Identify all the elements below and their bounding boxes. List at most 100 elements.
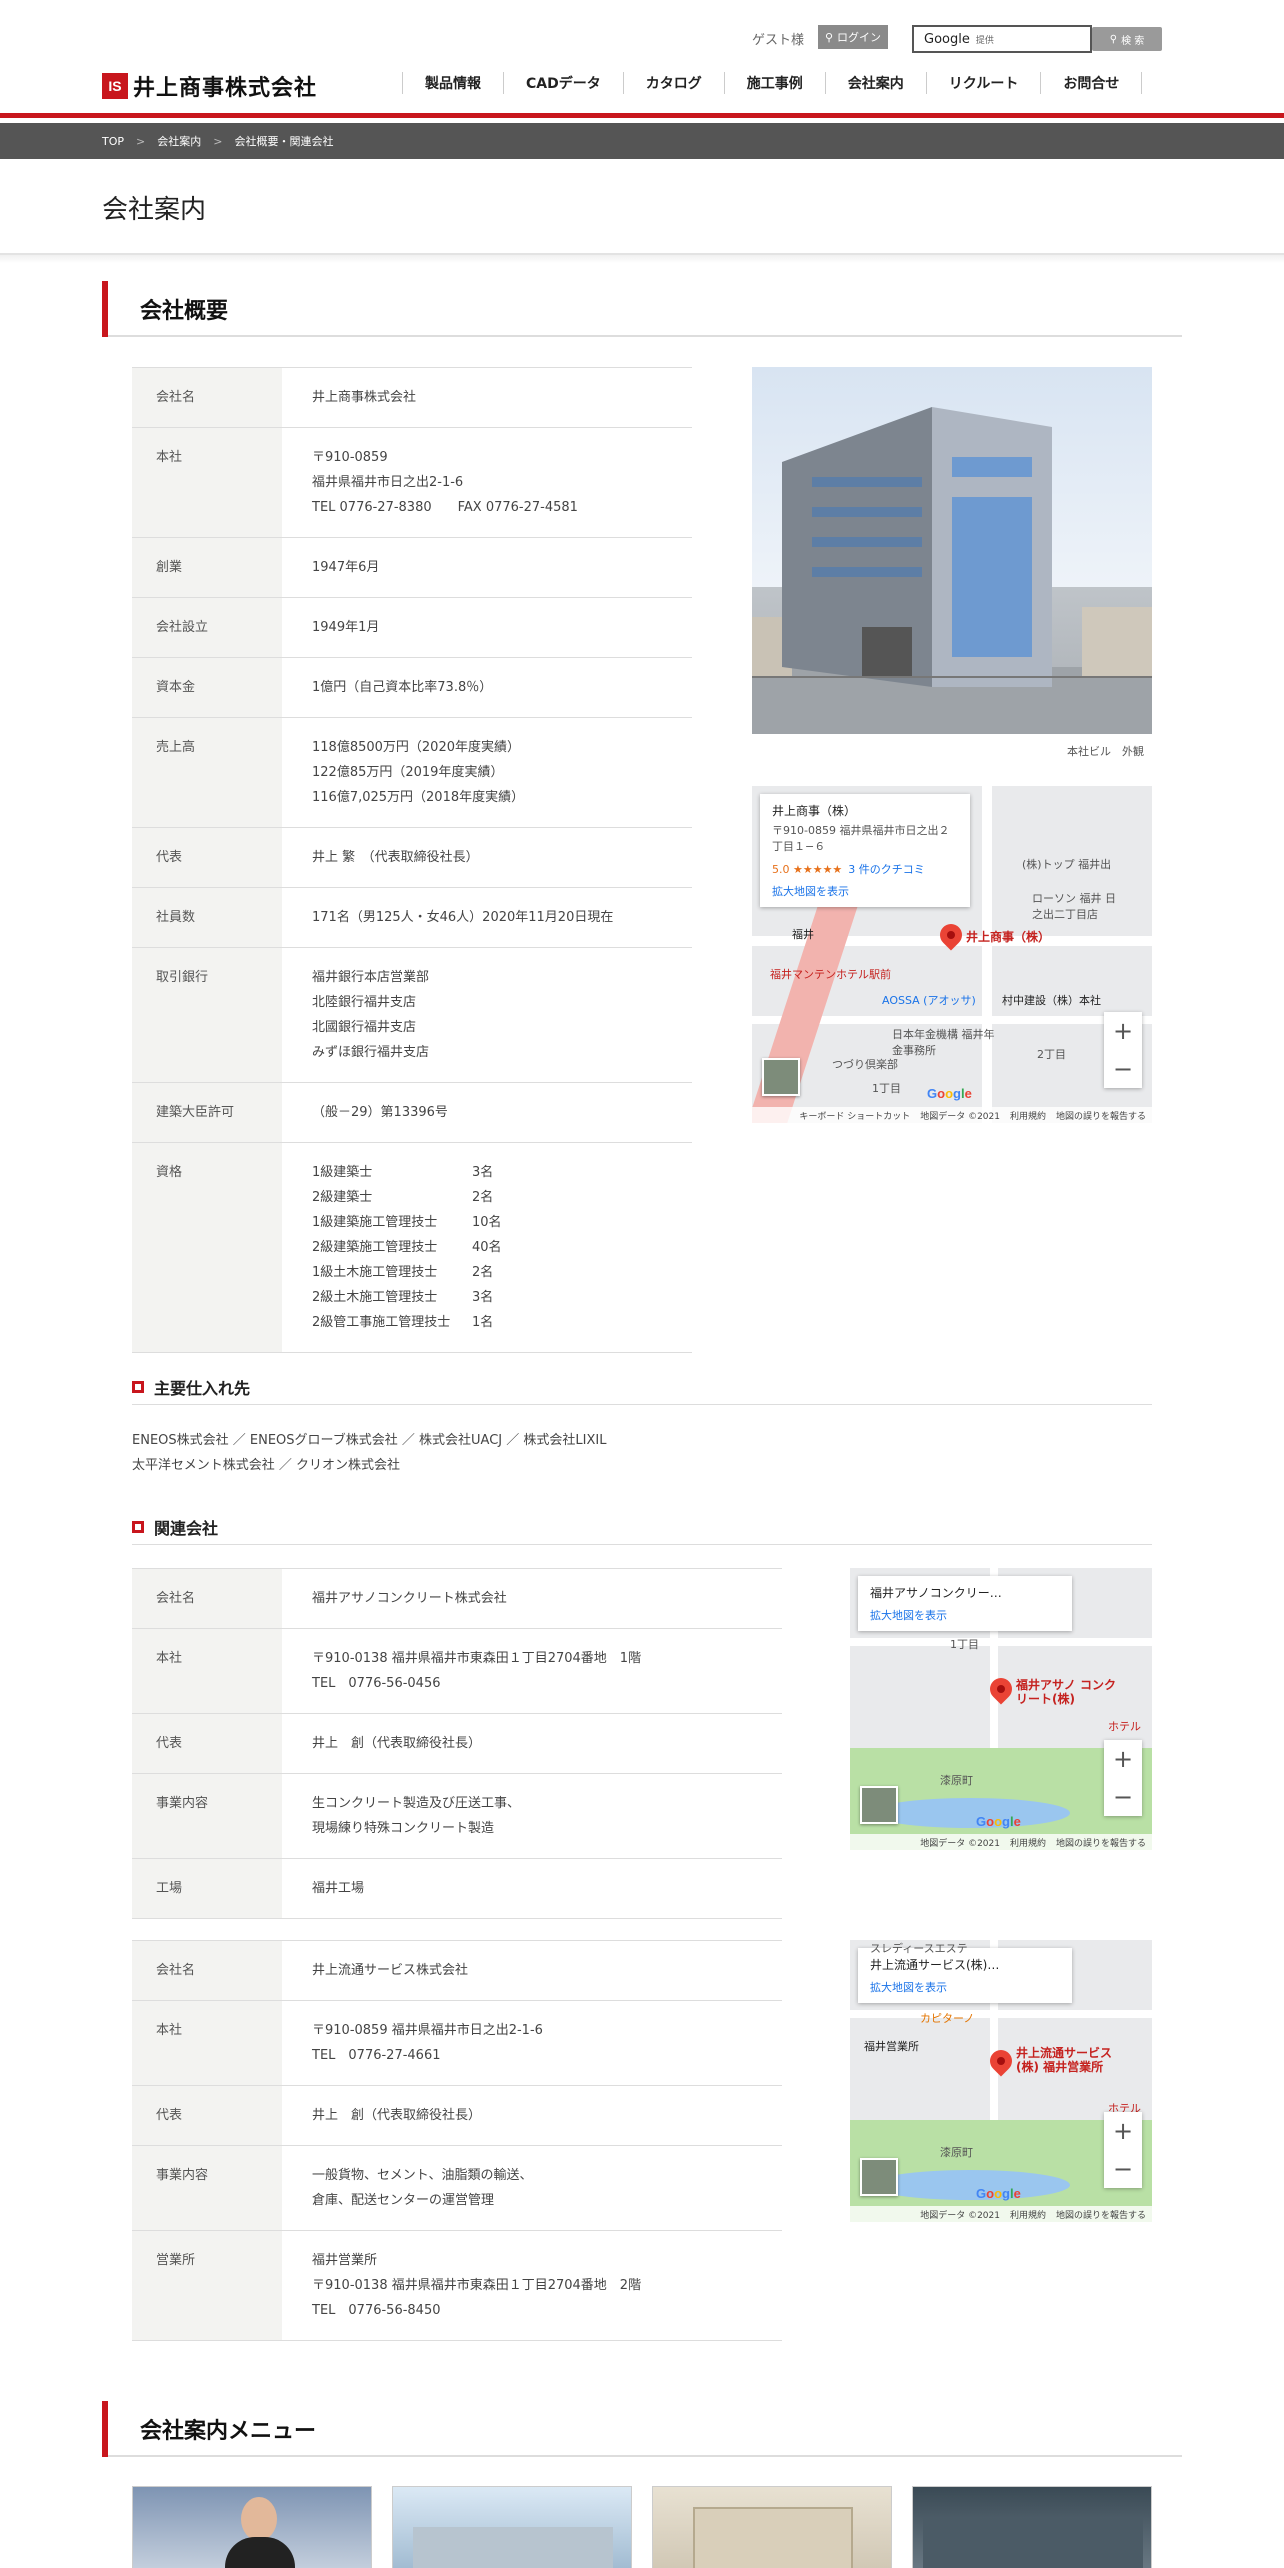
map-info-card: 井上商事（株） 〒910-0859 福井県福井市日之出２丁目１−６ 5.0 ★★… (760, 794, 970, 907)
nav-products[interactable]: 製品情報 (402, 72, 503, 94)
row-value: 福井営業所 〒910-0138 福井県福井市東森田１丁目2704番地 2階 TEL … (282, 2230, 782, 2341)
value-line: 現場練り特殊コンクリート製造 (312, 1821, 495, 1836)
row-value: 井上商事株式会社 (282, 367, 692, 428)
table-row: 会社名 井上商事株式会社 (132, 367, 692, 428)
value-line: 一般貨物、セメント、油脂類の輸送、 (312, 2168, 533, 2183)
map-road (850, 1638, 1152, 1646)
row-label: 代表 (132, 2085, 282, 2146)
value-line: 井上 繁 （代表取締役社長） (312, 850, 479, 865)
row-value: 〒910-0138 福井県福井市東森田１丁目2704番地 1階 TEL 0776-… (282, 1628, 782, 1714)
affiliate-table-asano: 会社名 福井アサノコンクリート株式会社 本社 〒910-0138 福井県福井市東森田１… (132, 1568, 782, 1919)
row-label: 本社 (132, 427, 282, 538)
row-value: 一般貨物、セメント、油脂類の輸送、 倉庫、配送センターの運営管理 (282, 2145, 782, 2231)
row-label: 代表 (132, 1713, 282, 1774)
value-line: 1949年1月 (312, 620, 380, 635)
map-zoom-control: + − (1104, 1740, 1142, 1816)
reviews-link[interactable]: 3 件のクチコミ (848, 863, 925, 876)
logo-text: 井上商事株式会社 (133, 76, 318, 101)
nav-catalog[interactable]: カタログ (622, 72, 724, 94)
row-label: 創業 (132, 537, 282, 598)
zoom-in-icon[interactable]: + (1104, 1012, 1142, 1050)
value-line: 171名（男125人・女46人）2020年11月20日現在 (312, 910, 614, 925)
login-button[interactable]: ⚲ ログイン (818, 25, 888, 49)
row-label: 会社設立 (132, 597, 282, 658)
row-label: 事業内容 (132, 1773, 282, 1859)
guest-label: ゲスト様 (752, 33, 805, 48)
row-value: 171名（男125人・女46人）2020年11月20日現在 (282, 887, 692, 948)
qualification-name: 1級土木施工管理技士 (312, 1265, 438, 1280)
google-logo: Google (976, 2186, 1021, 2201)
nav-cad[interactable]: CADデータ (503, 72, 623, 94)
qualification-list: 1級建築士 3名 2級建築士 2名 1級建築施工管理技士 10名 2級建築施工管理技士 40名… (282, 1142, 692, 1353)
value-line: TEL 0776-27-4661 (312, 2048, 441, 2063)
map-zoom-control: + − (1104, 2112, 1142, 2188)
row-label: 建築大臣許可 (132, 1082, 282, 1143)
supplier-list: ENEOS株式会社 ／ ENEOSグローブ株式会社 ／ 株式会社UACJ ／ 株… (132, 1433, 607, 1473)
value-line: 〒910-0859 福井県福井市日之出2-1-6 (312, 2023, 543, 2038)
zoom-out-icon[interactable]: − (1104, 1778, 1142, 1816)
menu-card-history[interactable] (392, 2486, 632, 2568)
map-info-card: 福井アサノコンクリー… 拡大地図を表示 (858, 1576, 1072, 1631)
affiliate-map-logistics[interactable]: 井上流通サービス(株)… 拡大地図を表示 井上流通サービス (株) 福井営業所 … (850, 1940, 1152, 2222)
qualification-count: 3名 (472, 1165, 494, 1180)
row-label: 取引銀行 (132, 947, 282, 1083)
breadcrumb-company[interactable]: 会社案内 (157, 133, 201, 149)
value-line: 116億7,025万円（2018年度実績） (312, 790, 525, 805)
row-value: 生コンクリート製造及び圧送工事、 現場練り特殊コンクリート製造 (282, 1773, 782, 1859)
warehouse-illustration (923, 2517, 1143, 2568)
row-label: 売上高 (132, 717, 282, 828)
breadcrumb-current: 会社概要・関連会社 (234, 135, 334, 148)
qualification-count: 40名 (472, 1240, 502, 1255)
enlarge-map-link[interactable]: 拡大地図を表示 (870, 1979, 1060, 1995)
value-line: 1947年6月 (312, 560, 380, 575)
enlarge-map-link[interactable]: 拡大地図を表示 (870, 1607, 1060, 1623)
head-office-map[interactable]: 井上商事（株） 〒910-0859 福井県福井市日之出２丁目１−６ 5.0 ★★… (752, 786, 1152, 1123)
search-input[interactable]: Google 提供 (912, 25, 1092, 53)
table-row: 資本金 1億円（自己資本比率73.8％） (132, 657, 692, 718)
qualification-count: 3名 (472, 1290, 494, 1305)
affiliate-map-asano[interactable]: 福井アサノコンクリー… 拡大地図を表示 福井アサノ コンクリート(株) 1丁目 … (850, 1568, 1152, 1850)
page-title: 会社案内 (102, 195, 207, 225)
search-button[interactable]: ⚲ 検 索 (1092, 27, 1162, 51)
logo-mark: IS (102, 73, 128, 99)
map-river (870, 2170, 1070, 2200)
row-label: 営業所 (132, 2230, 282, 2341)
search-icon: ⚲ (1109, 33, 1118, 45)
value-line: 井上 創（代表取締役社長） (312, 1736, 482, 1751)
table-row: 事業内容 生コンクリート製造及び圧送工事、 現場練り特殊コンクリート製造 (132, 1773, 782, 1859)
satellite-toggle[interactable] (860, 1786, 898, 1824)
global-nav: 製品情報 CADデータ カタログ 施工事例 会社案内 リクルート お問合せ (402, 72, 1143, 94)
map-road (850, 2010, 1152, 2018)
breadcrumb-top[interactable]: TOP (102, 135, 124, 148)
breadcrumb-separator: > (136, 134, 146, 148)
nav-recruit[interactable]: リクルート (925, 72, 1041, 94)
satellite-toggle[interactable] (860, 2158, 898, 2196)
menu-card-facilities[interactable] (912, 2486, 1152, 2568)
row-value: 井上 創（代表取締役社長） (282, 2085, 782, 2146)
section-heading-menu: 会社案内メニュー (102, 2401, 1182, 2457)
row-value: 1949年1月 (282, 597, 692, 658)
value-line: 福井県福井市日之出2-1-6 (312, 475, 464, 490)
nav-contact[interactable]: お問合せ (1040, 72, 1143, 94)
qualification-item: 2級建築施工管理技士 40名 (312, 1235, 692, 1260)
section-heading-overview: 会社概要 (102, 281, 1182, 337)
table-row: 本社 〒910-0859 福井県福井市日之出2-1-6 TEL 0776-27-46… (132, 2000, 782, 2086)
site-logo[interactable]: IS 井上商事株式会社 (102, 70, 317, 102)
qualification-name: 2級管工事施工管理技士 (312, 1315, 451, 1330)
nav-company[interactable]: 会社案内 (824, 72, 926, 94)
table-row: 営業所 福井営業所 〒910-0138 福井県福井市東森田１丁目2704番地 2階 T… (132, 2230, 782, 2341)
nav-works[interactable]: 施工事例 (723, 72, 825, 94)
google-logo: Google (976, 1814, 1021, 1829)
satellite-toggle[interactable] (762, 1058, 800, 1096)
zoom-in-icon[interactable]: + (1104, 1740, 1142, 1778)
menu-card-message[interactable] (132, 2486, 372, 2568)
zoom-in-icon[interactable]: + (1104, 2112, 1142, 2150)
menu-card-branches[interactable] (652, 2486, 892, 2568)
table-row: 会社設立 1949年1月 (132, 597, 692, 658)
value-line: 〒910-0859 (312, 450, 388, 465)
value-line: 1億円（自己資本比率73.8％） (312, 680, 493, 695)
portrait-face (241, 2497, 277, 2541)
zoom-out-icon[interactable]: − (1104, 2150, 1142, 2188)
enlarge-map-link[interactable]: 拡大地図を表示 (772, 883, 958, 899)
zoom-out-icon[interactable]: − (1104, 1050, 1142, 1088)
